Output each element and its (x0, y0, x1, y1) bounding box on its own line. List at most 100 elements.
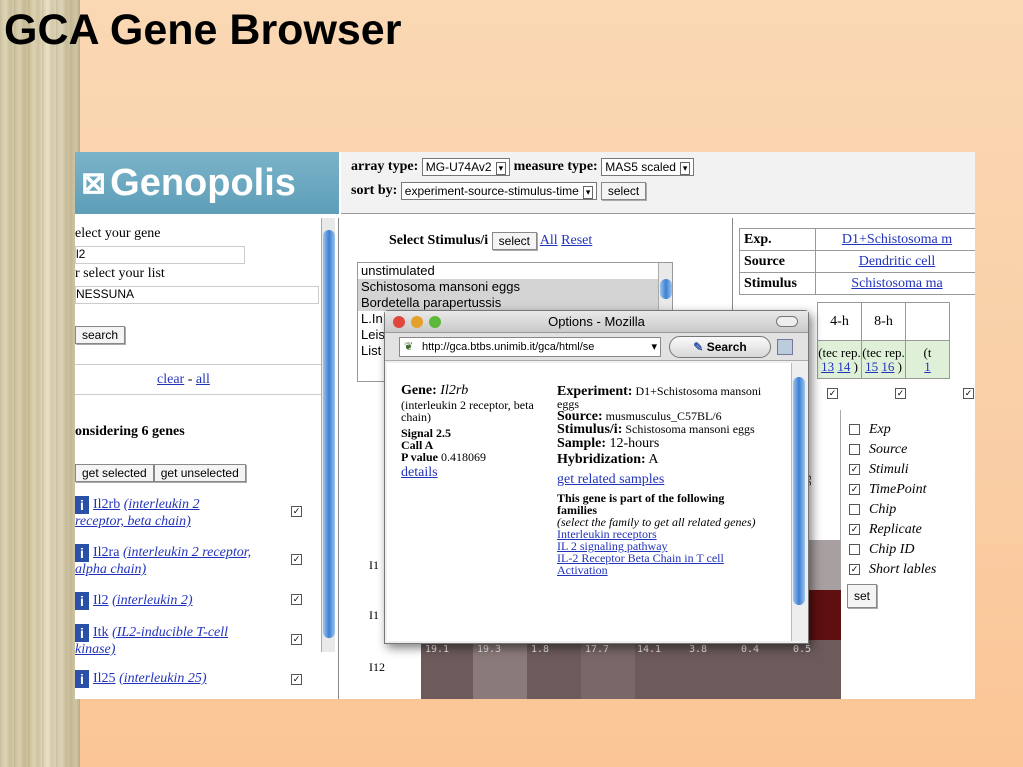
zoom-icon[interactable] (429, 316, 441, 328)
gene-item: i Itk (IL2-inducible T-cell kinase) (75, 624, 300, 658)
stimulus-all-link[interactable]: All (540, 233, 558, 248)
array-type-select[interactable]: MG-U74Av2 ▾ (421, 158, 511, 176)
gene-checkbox[interactable]: ✓ (291, 674, 302, 685)
gene-checkbox[interactable]: ✓ (291, 506, 302, 517)
dash-separator: - (187, 372, 193, 387)
family-link[interactable]: IL-2 Receptor Beta Chain in T cell Activ… (557, 551, 724, 577)
gene-desc[interactable]: (IL2-inducible T-cell (112, 625, 228, 640)
stimulus-option[interactable]: Schistosoma mansoni eggs (358, 279, 672, 295)
popup-titlebar[interactable]: Options - Mozilla (385, 311, 808, 333)
sort-select-button[interactable]: select (600, 182, 647, 200)
chevron-down-icon[interactable]: ▾ (651, 338, 657, 356)
array-type-value: MG-U74Av2 (425, 160, 492, 174)
rep-link[interactable]: 15 (865, 359, 878, 374)
option-chip-id[interactable]: Chip ID (847, 540, 936, 560)
pvalue: 0.418069 (441, 450, 487, 464)
logo-mark-icon: ⊠ (81, 166, 107, 200)
gene-desc[interactable]: (interleukin 2 (124, 497, 200, 512)
gene-item: i Il2ra (interleukin 2 receptor, alpha ch… (75, 544, 300, 578)
popup-urlbar: ❦ http://gca.btbs.unimib.it/gca/html/se … (385, 333, 808, 361)
column-checkbox[interactable]: ✓ (963, 388, 974, 399)
gene-checkbox[interactable]: ✓ (291, 594, 302, 605)
rep-link[interactable]: 1 (924, 359, 931, 374)
gene-symbol-link[interactable]: Il2rb (93, 497, 120, 512)
info-icon[interactable]: i (75, 670, 89, 688)
option-exp[interactable]: Exp (847, 420, 936, 440)
left-scrollbar[interactable] (321, 218, 335, 652)
stimulus-reset-link[interactable]: Reset (561, 233, 592, 248)
set-button[interactable]: set (847, 584, 878, 608)
get-selected-button[interactable]: get selected (75, 464, 154, 482)
source-value: musmusculus_C57BL/6 (605, 409, 722, 423)
rep-link[interactable]: 14 (837, 359, 850, 374)
search-button[interactable]: ✎ Search (669, 336, 771, 358)
column-checkbox[interactable]: ✓ (895, 388, 906, 399)
related-samples-link[interactable]: get related samples (557, 472, 664, 487)
scroll-thumb[interactable] (793, 377, 805, 605)
get-unselected-button[interactable]: get unselected (153, 464, 246, 482)
minimize-icon[interactable] (411, 316, 423, 328)
stimulus-option[interactable]: Bordetella parapertussis (358, 295, 672, 311)
gene-checkbox[interactable]: ✓ (291, 634, 302, 645)
exp-value-link[interactable]: D1+Schistosoma m (815, 228, 975, 251)
info-icon[interactable]: i (75, 624, 89, 642)
scroll-thumb[interactable] (323, 230, 335, 638)
option-source[interactable]: Source (847, 440, 936, 460)
option-replicate[interactable]: ✓ Replicate (847, 520, 936, 540)
gene-symbol-link[interactable]: Il2 (93, 593, 109, 608)
gene-symbol-link[interactable]: Il25 (93, 671, 116, 686)
measure-type-label: measure type: (513, 159, 598, 175)
option-checkbox[interactable]: ✓ (849, 464, 860, 475)
chevron-down-icon: ▾ (679, 162, 691, 175)
site-icon: ❦ (404, 341, 414, 353)
hybridization-label: Hybridization: (557, 452, 646, 467)
all-link[interactable]: all (196, 372, 210, 387)
sort-by-select[interactable]: experiment-source-stimulus-time ▾ (400, 182, 598, 200)
measure-type-select[interactable]: MAS5 scaled ▾ (601, 158, 695, 176)
info-icon[interactable]: i (75, 496, 89, 514)
sidebar-icon[interactable] (777, 339, 793, 355)
info-icon[interactable]: i (75, 544, 89, 562)
option-chip[interactable]: Chip (847, 500, 936, 520)
option-checkbox[interactable] (849, 424, 860, 435)
url-field[interactable]: ❦ http://gca.btbs.unimib.it/gca/html/se … (399, 337, 661, 357)
gene-checkbox[interactable]: ✓ (291, 554, 302, 565)
details-link[interactable]: details (401, 465, 438, 480)
gene-symbol-link[interactable]: Itk (93, 625, 109, 640)
stimulus-value-link[interactable]: Schistosoma ma (815, 272, 975, 295)
rep-link[interactable]: 16 (881, 359, 894, 374)
gene-desc[interactable]: (interleukin 2) (112, 593, 192, 608)
option-checkbox[interactable]: ✓ (849, 564, 860, 575)
option-checkbox[interactable]: ✓ (849, 524, 860, 535)
toolbar-toggle-icon[interactable] (776, 316, 798, 327)
option-timepoint[interactable]: ✓ TimePoint (847, 480, 936, 500)
replicate-cell: (t 1 (905, 340, 950, 379)
gene-desc-cont[interactable]: alpha chain) (75, 562, 146, 577)
option-stimuli[interactable]: ✓ Stimuli (847, 460, 936, 480)
stimulus-select-button[interactable]: select (491, 232, 538, 250)
option-checkbox[interactable] (849, 504, 860, 515)
column-checkbox[interactable]: ✓ (827, 388, 838, 399)
select-list-label: r select your list (75, 266, 165, 281)
scroll-thumb[interactable] (660, 279, 672, 299)
option-checkbox[interactable]: ✓ (849, 484, 860, 495)
close-icon[interactable] (393, 316, 405, 328)
list-input[interactable]: NESSUNA (75, 286, 319, 304)
rep-link[interactable]: 13 (821, 359, 834, 374)
gene-desc[interactable]: (interleukin 2 receptor, (123, 545, 251, 560)
option-checkbox[interactable] (849, 544, 860, 555)
option-short-labels[interactable]: ✓ Short lables (847, 560, 936, 580)
gene-desc-cont[interactable]: receptor, beta chain) (75, 514, 191, 529)
source-value-link[interactable]: Dendritic cell (815, 250, 975, 273)
clear-link[interactable]: clear (157, 372, 184, 387)
popup-scrollbar[interactable] (791, 363, 807, 641)
search-button[interactable]: search (75, 326, 126, 344)
gene-symbol-link[interactable]: Il2ra (93, 545, 119, 560)
stimulus-option[interactable]: unstimulated (358, 263, 672, 279)
option-checkbox[interactable] (849, 444, 860, 455)
gene-desc-cont[interactable]: kinase) (75, 642, 115, 657)
info-icon[interactable]: i (75, 592, 89, 610)
gene-input[interactable]: l2 (75, 246, 245, 264)
replicate-cell: (tec rep. 13 14 ) (817, 340, 862, 379)
gene-desc[interactable]: (interleukin 25) (119, 671, 206, 686)
